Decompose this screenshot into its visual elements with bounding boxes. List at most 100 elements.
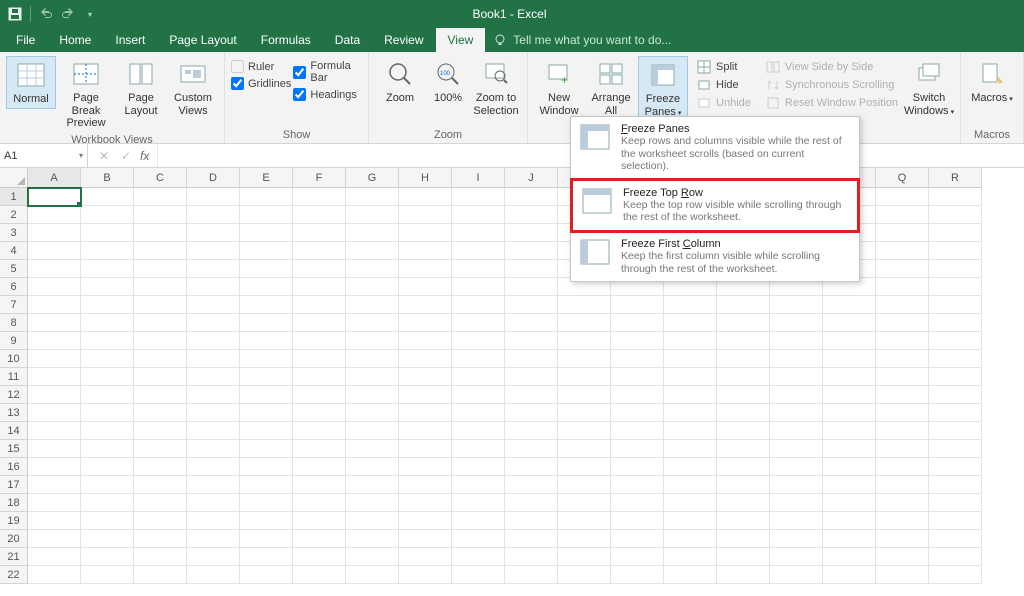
cell[interactable] bbox=[187, 206, 240, 224]
cell[interactable] bbox=[611, 512, 664, 530]
cell[interactable] bbox=[611, 350, 664, 368]
cell[interactable] bbox=[346, 404, 399, 422]
cell[interactable] bbox=[823, 566, 876, 584]
cell[interactable] bbox=[876, 242, 929, 260]
row-header[interactable]: 1 bbox=[0, 188, 28, 206]
cell[interactable] bbox=[558, 386, 611, 404]
cell[interactable] bbox=[134, 188, 187, 206]
cell[interactable] bbox=[770, 386, 823, 404]
cell[interactable] bbox=[558, 350, 611, 368]
cell[interactable] bbox=[929, 350, 982, 368]
row-header[interactable]: 4 bbox=[0, 242, 28, 260]
cell[interactable] bbox=[823, 494, 876, 512]
cell[interactable] bbox=[134, 296, 187, 314]
cell[interactable] bbox=[505, 494, 558, 512]
cell[interactable] bbox=[505, 368, 558, 386]
cell[interactable] bbox=[876, 260, 929, 278]
cell[interactable] bbox=[81, 332, 134, 350]
cell[interactable] bbox=[505, 440, 558, 458]
cell[interactable] bbox=[823, 440, 876, 458]
cell[interactable] bbox=[664, 422, 717, 440]
cell[interactable] bbox=[293, 206, 346, 224]
cell[interactable] bbox=[293, 512, 346, 530]
cell[interactable] bbox=[28, 494, 81, 512]
cell[interactable] bbox=[717, 566, 770, 584]
cell[interactable] bbox=[717, 386, 770, 404]
cell[interactable] bbox=[28, 206, 81, 224]
cell[interactable] bbox=[558, 440, 611, 458]
cell[interactable] bbox=[399, 512, 452, 530]
cell[interactable] bbox=[876, 224, 929, 242]
cell[interactable] bbox=[240, 206, 293, 224]
cell[interactable] bbox=[134, 404, 187, 422]
cell[interactable] bbox=[664, 494, 717, 512]
cell[interactable] bbox=[293, 440, 346, 458]
tell-me-search[interactable]: Tell me what you want to do... bbox=[493, 28, 671, 52]
cell[interactable] bbox=[929, 404, 982, 422]
cell[interactable] bbox=[187, 566, 240, 584]
hide-button[interactable]: Hide bbox=[692, 76, 755, 94]
cell[interactable] bbox=[81, 566, 134, 584]
custom-views-button[interactable]: Custom Views bbox=[168, 56, 218, 119]
cell[interactable] bbox=[611, 440, 664, 458]
cell[interactable] bbox=[187, 242, 240, 260]
cell[interactable] bbox=[28, 386, 81, 404]
cell[interactable] bbox=[929, 314, 982, 332]
cell[interactable] bbox=[134, 278, 187, 296]
cell[interactable] bbox=[558, 530, 611, 548]
cell[interactable] bbox=[558, 404, 611, 422]
cell[interactable] bbox=[81, 548, 134, 566]
cell[interactable] bbox=[28, 440, 81, 458]
cell[interactable] bbox=[240, 278, 293, 296]
cell[interactable] bbox=[876, 458, 929, 476]
cell[interactable] bbox=[346, 386, 399, 404]
row-header[interactable]: 13 bbox=[0, 404, 28, 422]
cell[interactable] bbox=[929, 386, 982, 404]
cell[interactable] bbox=[929, 224, 982, 242]
cell[interactable] bbox=[823, 530, 876, 548]
cell[interactable] bbox=[876, 476, 929, 494]
row-header[interactable]: 3 bbox=[0, 224, 28, 242]
cell[interactable] bbox=[770, 440, 823, 458]
cell[interactable] bbox=[28, 242, 81, 260]
cell[interactable] bbox=[187, 224, 240, 242]
cell[interactable] bbox=[28, 278, 81, 296]
cell[interactable] bbox=[558, 512, 611, 530]
cell[interactable] bbox=[664, 530, 717, 548]
cell[interactable] bbox=[81, 278, 134, 296]
cell[interactable] bbox=[134, 386, 187, 404]
zoom-to-selection-button[interactable]: Zoom to Selection bbox=[471, 56, 521, 119]
cell[interactable] bbox=[452, 404, 505, 422]
cell[interactable] bbox=[611, 368, 664, 386]
cell[interactable] bbox=[823, 314, 876, 332]
column-header[interactable]: F bbox=[293, 168, 346, 188]
cell[interactable] bbox=[240, 422, 293, 440]
cell[interactable] bbox=[876, 314, 929, 332]
cell[interactable] bbox=[876, 332, 929, 350]
cell[interactable] bbox=[664, 386, 717, 404]
cell[interactable] bbox=[717, 314, 770, 332]
select-all-triangle[interactable] bbox=[0, 168, 28, 188]
cell[interactable] bbox=[187, 314, 240, 332]
cell[interactable] bbox=[187, 188, 240, 206]
cell[interactable] bbox=[717, 548, 770, 566]
cell[interactable] bbox=[770, 458, 823, 476]
cell[interactable] bbox=[346, 566, 399, 584]
cell[interactable] bbox=[876, 296, 929, 314]
tab-data[interactable]: Data bbox=[323, 28, 372, 52]
cell[interactable] bbox=[346, 296, 399, 314]
cell[interactable] bbox=[876, 386, 929, 404]
cell[interactable] bbox=[611, 548, 664, 566]
cell[interactable] bbox=[346, 476, 399, 494]
cell[interactable] bbox=[611, 530, 664, 548]
cell[interactable] bbox=[81, 512, 134, 530]
cell[interactable] bbox=[770, 368, 823, 386]
cell[interactable] bbox=[346, 548, 399, 566]
cell[interactable] bbox=[558, 314, 611, 332]
formula-bar-checkbox[interactable]: Formula Bar bbox=[293, 60, 362, 84]
cell[interactable] bbox=[28, 566, 81, 584]
cell[interactable] bbox=[717, 476, 770, 494]
freeze-top-row-option[interactable]: Freeze Top Row Keep the top row visible … bbox=[570, 178, 860, 233]
cell[interactable] bbox=[505, 458, 558, 476]
row-header[interactable]: 8 bbox=[0, 314, 28, 332]
